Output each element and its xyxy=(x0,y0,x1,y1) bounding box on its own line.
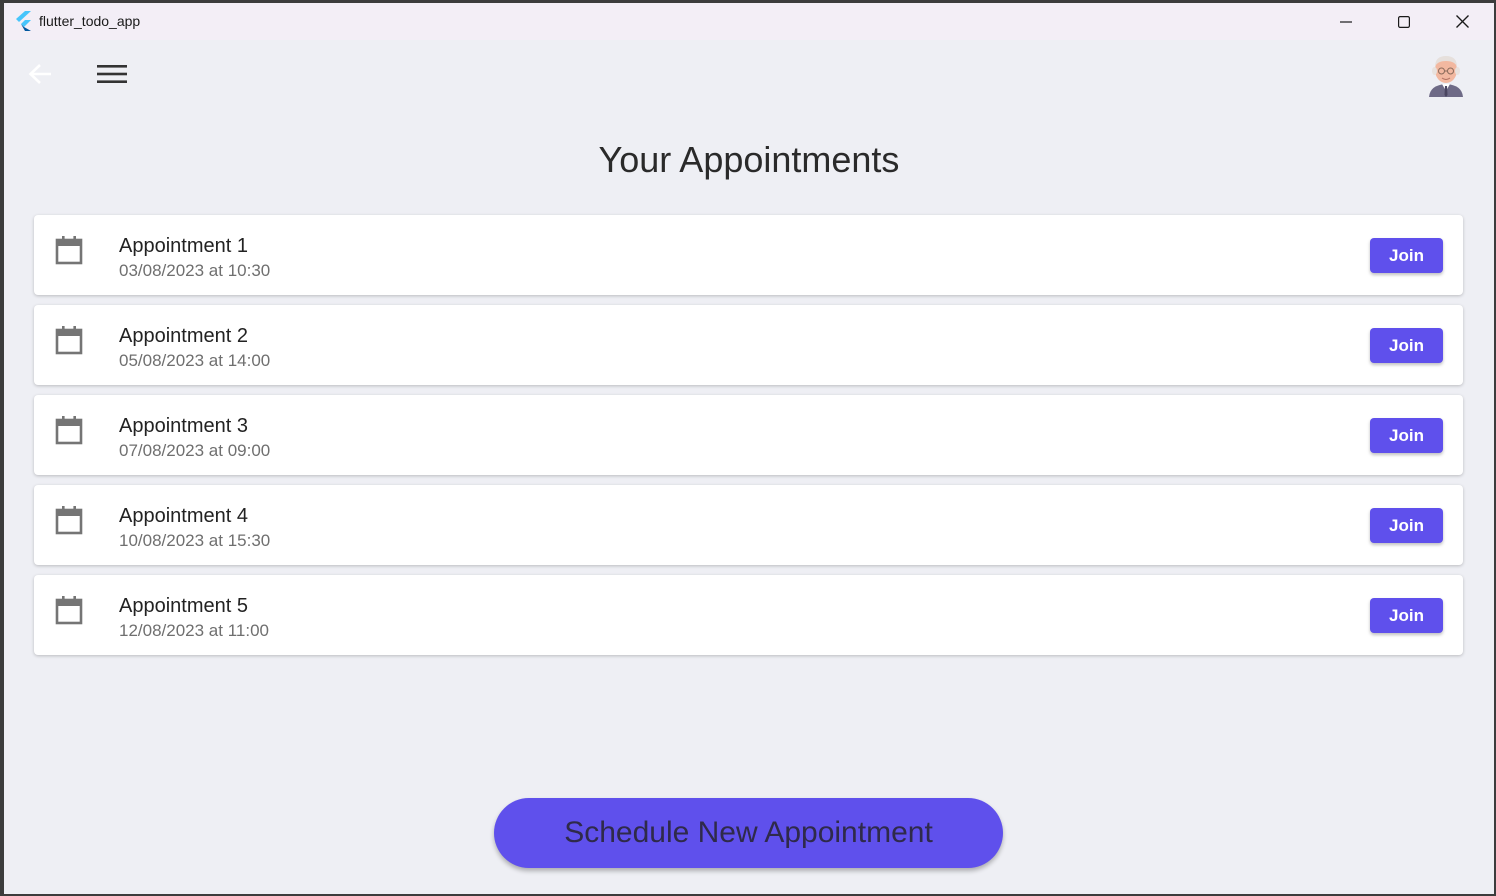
window-title: flutter_todo_app xyxy=(39,13,141,29)
appointment-title: Appointment 5 xyxy=(119,595,248,617)
minimize-icon xyxy=(1340,16,1352,28)
flutter-logo-icon xyxy=(14,11,32,31)
appointment-title: Appointment 1 xyxy=(119,235,248,257)
maximize-button[interactable] xyxy=(1375,3,1433,40)
close-button[interactable] xyxy=(1433,3,1491,40)
close-icon xyxy=(1455,15,1469,28)
join-button[interactable]: Join xyxy=(1370,598,1443,633)
appointment-card: Appointment 5 12/08/2023 at 11:00 Join xyxy=(34,575,1463,655)
maximize-icon xyxy=(1398,15,1410,28)
join-button[interactable]: Join xyxy=(1370,508,1443,543)
title-bar: flutter_todo_app xyxy=(4,3,1494,40)
appointment-card: Appointment 3 07/08/2023 at 09:00 Join xyxy=(34,395,1463,475)
calendar-icon xyxy=(54,505,84,535)
appointment-title: Appointment 3 xyxy=(119,415,248,437)
page-title: Your Appointments xyxy=(598,139,900,180)
menu-button[interactable] xyxy=(94,58,130,94)
user-avatar[interactable] xyxy=(1426,51,1466,99)
join-button[interactable]: Join xyxy=(1370,238,1443,273)
hamburger-menu-icon xyxy=(97,63,127,90)
calendar-icon xyxy=(54,235,84,265)
appointment-datetime: 12/08/2023 at 11:00 xyxy=(119,621,269,640)
schedule-new-appointment-button[interactable]: Schedule New Appointment xyxy=(494,798,1003,868)
appointment-card: Appointment 1 03/08/2023 at 10:30 Join xyxy=(34,215,1463,295)
calendar-icon xyxy=(54,325,84,355)
appointment-datetime: 05/08/2023 at 14:00 xyxy=(119,351,271,370)
calendar-icon xyxy=(54,595,84,625)
appointment-card: Appointment 4 10/08/2023 at 15:30 Join xyxy=(34,485,1463,565)
join-button[interactable]: Join xyxy=(1370,418,1443,453)
appointment-datetime: 03/08/2023 at 10:30 xyxy=(119,261,271,280)
app-window: flutter_todo_app Your Appointments Appoi… xyxy=(4,3,1494,894)
back-button[interactable] xyxy=(22,58,58,94)
appointment-title: Appointment 2 xyxy=(119,325,248,347)
minimize-button[interactable] xyxy=(1317,3,1375,40)
appointment-title: Appointment 4 xyxy=(119,505,248,527)
arrow-left-icon xyxy=(28,63,52,90)
appointment-datetime: 10/08/2023 at 15:30 xyxy=(119,531,271,550)
calendar-icon xyxy=(54,415,84,445)
appointment-card: Appointment 2 05/08/2023 at 14:00 Join xyxy=(34,305,1463,385)
join-button[interactable]: Join xyxy=(1370,328,1443,363)
appointment-datetime: 07/08/2023 at 09:00 xyxy=(119,441,271,460)
